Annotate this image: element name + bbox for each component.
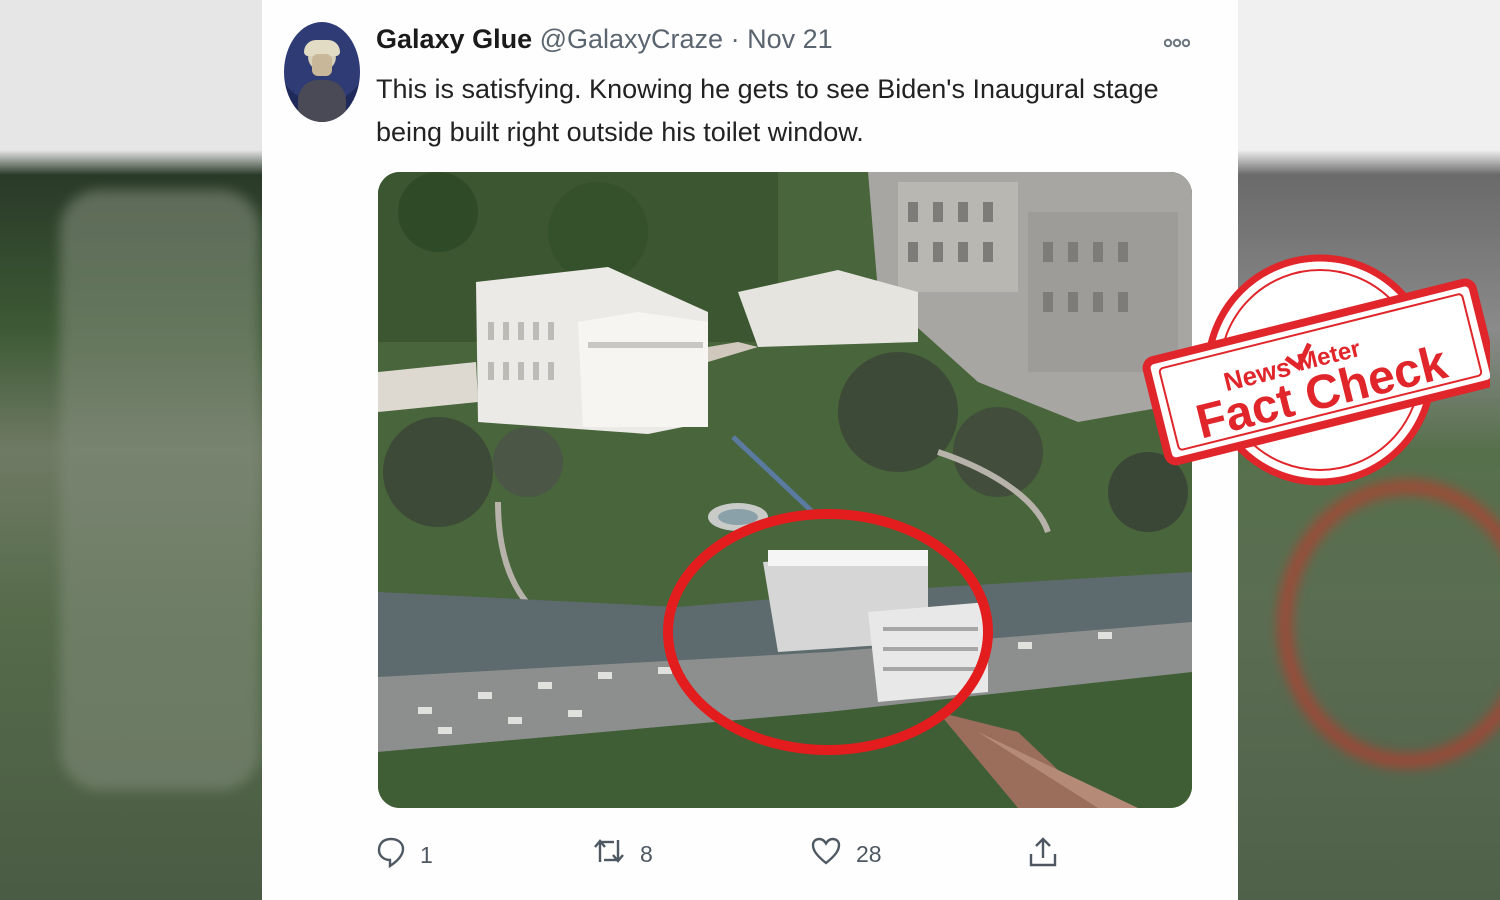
retweet-button[interactable]: 8	[592, 836, 653, 872]
background-left-blur	[0, 0, 262, 900]
reply-count: 1	[420, 841, 433, 868]
fact-check-stamp: News Meter Fact Check	[1140, 250, 1499, 490]
like-count: 28	[856, 840, 882, 867]
tweet-photo[interactable]	[378, 172, 1192, 808]
share-button[interactable]	[1028, 836, 1072, 874]
reply-icon	[376, 836, 420, 874]
retweet-icon	[592, 836, 640, 872]
heart-icon	[810, 836, 856, 872]
user-handle[interactable]: @GalaxyCraze	[540, 24, 723, 54]
display-name[interactable]: Galaxy Glue	[376, 24, 532, 54]
like-button[interactable]: 28	[810, 836, 882, 872]
retweet-count: 8	[640, 840, 653, 867]
share-icon	[1028, 836, 1072, 874]
reply-button[interactable]: 1	[376, 836, 433, 874]
more-dots-icon[interactable]	[1163, 32, 1191, 53]
tweet-text: This is satisfying. Knowing he gets to s…	[376, 74, 1159, 147]
tweet-date[interactable]: Nov 21	[747, 24, 833, 54]
tweet-actions: 1 8 28	[262, 836, 1238, 876]
tweet-card[interactable]: Galaxy Glue @GalaxyCraze · Nov 21 This i…	[262, 0, 1238, 900]
avatar[interactable]	[284, 22, 360, 122]
tweet-header: Galaxy Glue @GalaxyCraze · Nov 21	[376, 24, 833, 55]
separator: ·	[730, 24, 740, 54]
